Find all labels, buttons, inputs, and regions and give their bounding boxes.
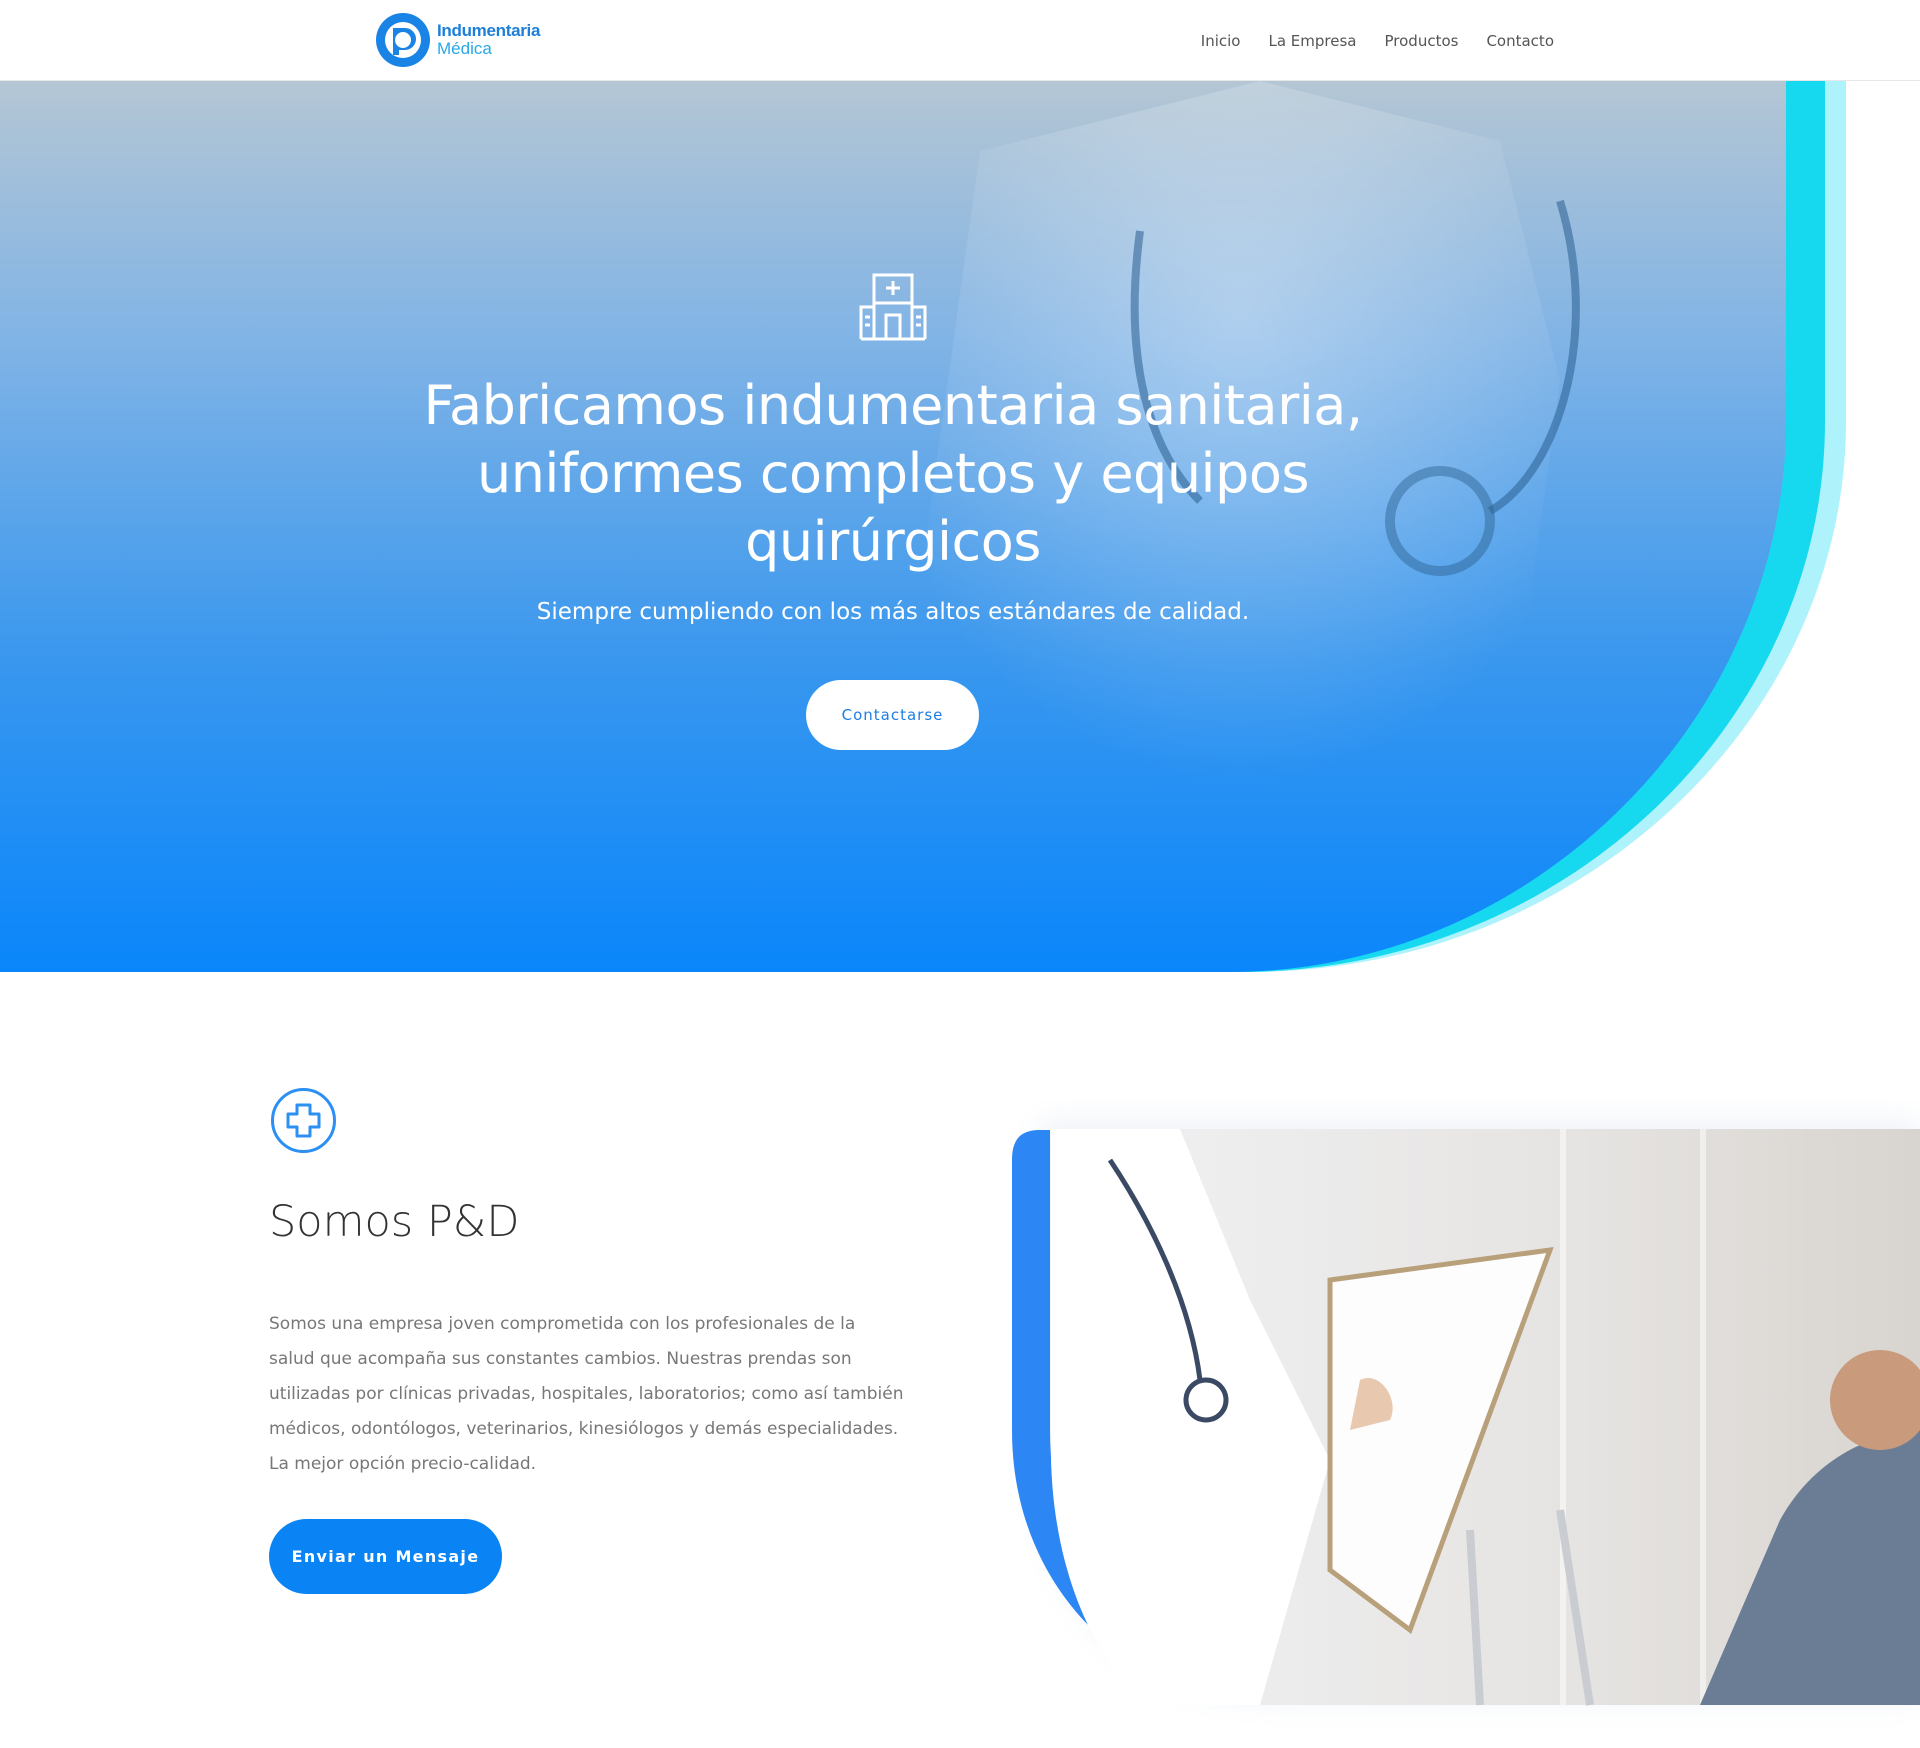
about-paragraph-line: La mejor opción precio-calidad. bbox=[269, 1454, 537, 1474]
about-paragraph: Somos una empresa joven comprometida con… bbox=[269, 1307, 909, 1482]
brand-name-line2: Médica bbox=[437, 39, 492, 58]
nav-inicio[interactable]: Inicio bbox=[1201, 32, 1241, 50]
brand-logo[interactable]: Indumentaria Médica bbox=[374, 11, 540, 69]
hero-title-line1: Fabricamos indumentaria sanitaria, bbox=[423, 374, 1363, 437]
contactarse-button[interactable]: Contactarse bbox=[806, 680, 979, 750]
enviar-mensaje-button[interactable]: Enviar un Mensaje bbox=[269, 1519, 502, 1594]
hero-title: Fabricamos indumentaria sanitaria, unifo… bbox=[310, 372, 1476, 576]
about-paragraph-line: salud que acompaña sus constantes cambio… bbox=[269, 1349, 852, 1369]
brand-name-line1: Indumentaria bbox=[437, 21, 541, 40]
hero-subtitle: Siempre cumpliendo con los más altos est… bbox=[536, 599, 1250, 625]
hospital-icon bbox=[859, 273, 927, 341]
hero-title-line2: uniformes completos y equipos bbox=[476, 442, 1310, 505]
nav-la-empresa[interactable]: La Empresa bbox=[1268, 32, 1356, 50]
nav-contacto[interactable]: Contacto bbox=[1486, 32, 1554, 50]
plus-circle-icon bbox=[271, 1088, 336, 1153]
about-paragraph-line: Somos una empresa joven comprometida con… bbox=[269, 1314, 856, 1334]
hero-section: Fabricamos indumentaria sanitaria, unifo… bbox=[0, 81, 1920, 972]
doctor-photo bbox=[1012, 1120, 1920, 1706]
site-header: Indumentaria Médica Inicio La Empresa Pr… bbox=[0, 0, 1920, 81]
about-title: Somos P&D bbox=[269, 1197, 520, 1247]
logo-icon bbox=[376, 13, 430, 67]
about-paragraph-line: utilizadas por clínicas privadas, hospit… bbox=[269, 1384, 904, 1404]
hero-title-line3: quirúrgicos bbox=[745, 510, 1041, 573]
nav-productos[interactable]: Productos bbox=[1385, 32, 1459, 50]
about-paragraph-line: médicos, odontólogos, veterinarios, kine… bbox=[269, 1419, 899, 1439]
main-nav: Inicio La Empresa Productos Contacto bbox=[1173, 0, 1554, 81]
